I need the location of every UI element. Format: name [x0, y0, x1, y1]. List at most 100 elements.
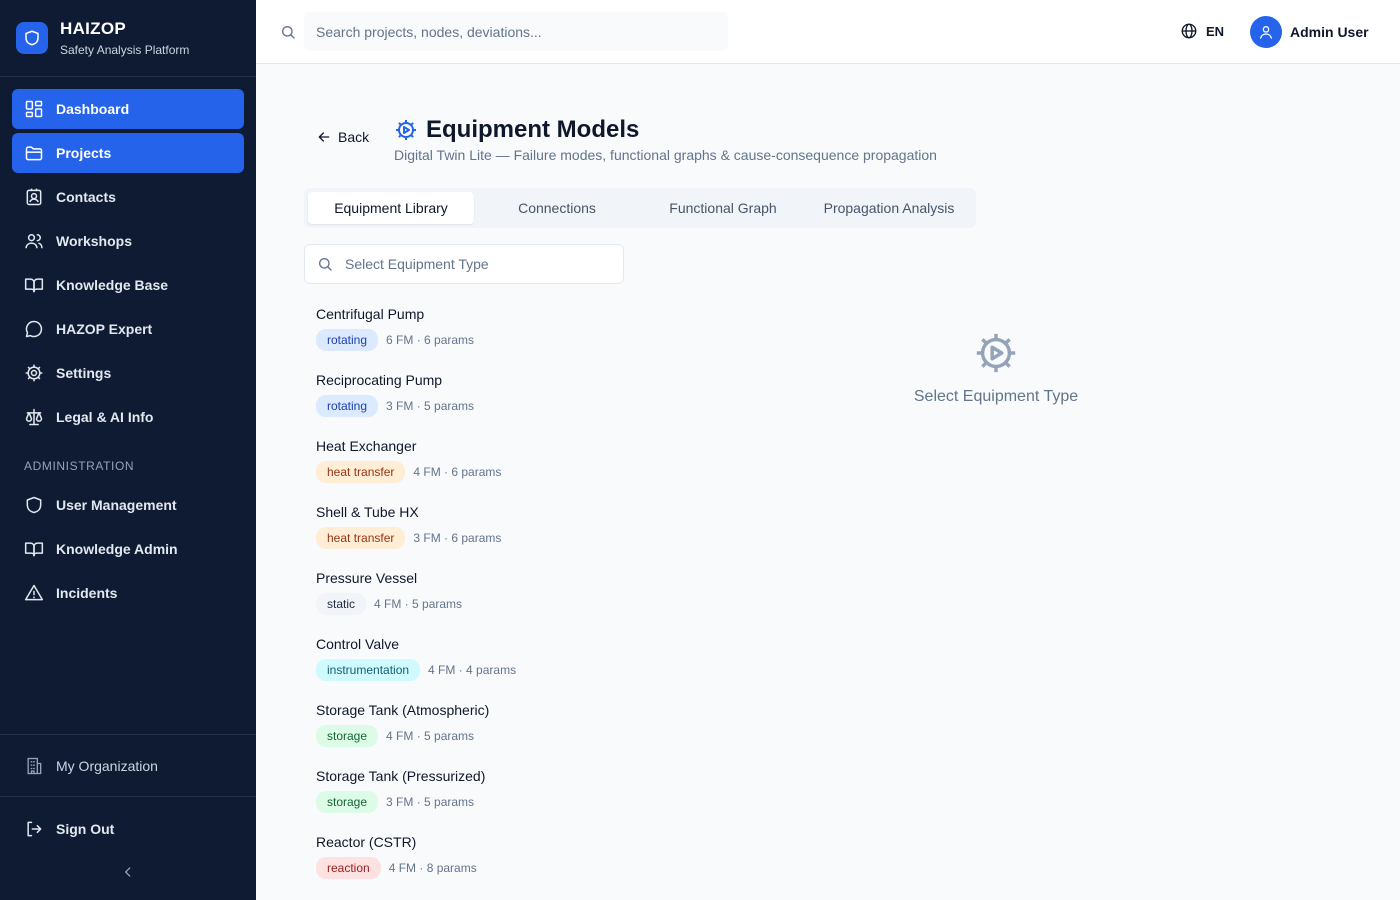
page-title-row: Equipment Models: [394, 116, 639, 144]
sign-out-label: Sign Out: [56, 820, 115, 837]
sidebar-item-label: Projects: [56, 145, 112, 161]
tab-connections[interactable]: Connections: [474, 192, 640, 224]
gear-play-icon: [876, 330, 1116, 376]
log-out-icon: [24, 819, 44, 839]
tab-propagation-analysis[interactable]: Propagation Analysis: [806, 192, 972, 224]
equipment-tabs: Equipment Library Connections Functional…: [304, 188, 976, 228]
brand-title: HAIZOP: [60, 19, 127, 38]
back-button[interactable]: Back: [316, 129, 369, 145]
collapse-sidebar-button[interactable]: [118, 862, 138, 882]
tab-functional-graph[interactable]: Functional Graph: [640, 192, 806, 224]
shield-logo-icon: [16, 22, 48, 54]
top-header: Search projects, nodes, deviations... EN…: [256, 0, 1400, 64]
list-item[interactable]: Pressure Vessel static 4 FM · 5 params: [316, 568, 616, 634]
search-placeholder: Search projects, nodes, deviations...: [316, 23, 542, 40]
equipment-name: Centrifugal Pump: [316, 306, 425, 322]
gear-play-icon: [394, 118, 418, 142]
list-item[interactable]: Control Valve instrumentation 4 FM · 4 pa…: [316, 634, 616, 700]
sidebar-item-label: Settings: [56, 365, 112, 381]
organization-label: My Organization: [56, 757, 158, 774]
sidebar-item-label: User Management: [56, 497, 177, 513]
equipment-stats: 4 FM · 5 params: [386, 729, 475, 743]
avatar: [1250, 16, 1282, 48]
building-icon: [24, 756, 44, 776]
empty-state: Select Equipment Type: [876, 330, 1116, 406]
sidebar-item-label: Incidents: [56, 585, 118, 601]
sidebar-item-label: Legal & AI Info: [56, 409, 154, 425]
language-label: EN: [1206, 23, 1225, 39]
sidebar-item-knowledge-base[interactable]: Knowledge Base: [12, 265, 244, 305]
chevron-left-icon: [124, 867, 131, 877]
globe-icon: [1180, 22, 1198, 40]
sign-out-button[interactable]: Sign Out: [0, 796, 256, 860]
admin-section-heading: ADMINISTRATION: [24, 459, 135, 473]
list-item[interactable]: Storage Tank (Atmospheric) storage 4 FM ·…: [316, 700, 616, 766]
equipment-type-search[interactable]: Select Equipment Type: [304, 244, 624, 284]
empty-state-text: Select Equipment Type: [913, 388, 1079, 405]
equipment-stats: 6 FM · 6 params: [386, 333, 475, 347]
arrow-left-icon: [316, 129, 332, 145]
sidebar-footer: My Organization Sign Out: [0, 734, 256, 860]
equipment-name: Control Valve: [316, 636, 400, 652]
category-badge: reaction: [316, 857, 381, 879]
list-item[interactable]: Centrifugal Pump rotating 6 FM · 6 params: [316, 304, 616, 370]
category-badge: storage: [316, 725, 379, 747]
global-search-input[interactable]: Search projects, nodes, deviations...: [304, 12, 728, 51]
brand[interactable]: HAIZOP Safety Analysis Platform: [0, 0, 256, 77]
equipment-name: Reciprocating Pump: [316, 372, 443, 388]
category-badge: storage: [316, 791, 379, 813]
tab-equipment-library[interactable]: Equipment Library: [308, 192, 474, 224]
list-item[interactable]: Storage Tank (Pressurized) storage 3 FM ·…: [316, 766, 616, 832]
sidebar-item-label: Knowledge Admin: [56, 541, 178, 557]
list-item[interactable]: Reciprocating Pump rotating 3 FM · 5 para…: [316, 370, 616, 436]
equipment-search-placeholder: Select Equipment Type: [345, 256, 489, 272]
equipment-stats: 4 FM · 6 params: [413, 465, 502, 479]
category-badge: static: [316, 593, 367, 615]
user-icon: [1260, 26, 1272, 39]
users-icon: [24, 231, 44, 251]
gear-icon: [24, 363, 44, 383]
sidebar-item-label: Contacts: [56, 189, 116, 205]
book-icon: [24, 275, 44, 295]
language-switcher[interactable]: EN: [1180, 22, 1224, 40]
sidebar-item-knowledge-admin[interactable]: Knowledge Admin: [12, 529, 244, 569]
page-title: Equipment Models: [426, 116, 640, 143]
equipment-name: Reactor (CSTR): [316, 834, 417, 850]
page-subtitle: Digital Twin Lite — Failure modes, funct…: [394, 147, 937, 163]
sidebar-item-legal-ai-info[interactable]: Legal & AI Info: [12, 397, 244, 437]
search-icon: [280, 24, 296, 45]
sidebar: HAIZOP Safety Analysis Platform Dashboar…: [0, 0, 256, 900]
equipment-stats: 3 FM · 5 params: [386, 399, 475, 413]
sidebar-item-contacts[interactable]: Contacts: [12, 177, 244, 217]
my-organization-link[interactable]: My Organization: [0, 734, 256, 796]
category-badge: rotating: [316, 395, 379, 417]
equipment-name: Storage Tank (Atmospheric): [316, 702, 490, 718]
equipment-name: Heat Exchanger: [316, 438, 417, 454]
sidebar-item-workshops[interactable]: Workshops: [12, 221, 244, 261]
sidebar-item-label: HAZOP Expert: [56, 321, 153, 337]
equipment-stats: 3 FM · 6 params: [413, 531, 502, 545]
sidebar-item-projects[interactable]: Projects: [12, 133, 244, 173]
list-item[interactable]: Reactor (CSTR) reaction 4 FM · 8 params: [316, 832, 616, 898]
sidebar-item-dashboard[interactable]: Dashboard: [12, 89, 244, 129]
equipment-stats: 4 FM · 5 params: [374, 597, 463, 611]
warning-icon: [24, 583, 44, 603]
book-icon: [24, 539, 44, 559]
sidebar-item-incidents[interactable]: Incidents: [12, 573, 244, 613]
sidebar-item-label: Dashboard: [56, 101, 130, 117]
dashboard-icon: [24, 99, 44, 119]
user-menu[interactable]: Admin User: [1250, 16, 1369, 48]
equipment-stats: 3 FM · 5 params: [386, 795, 475, 809]
list-item[interactable]: Heat Exchanger heat transfer 4 FM · 6 par…: [316, 436, 616, 502]
sidebar-item-hazop-expert[interactable]: HAZOP Expert: [12, 309, 244, 349]
sidebar-item-label: Workshops: [56, 233, 132, 249]
category-badge: heat transfer: [316, 461, 406, 483]
sidebar-item-settings[interactable]: Settings: [12, 353, 244, 393]
equipment-stats: 4 FM · 8 params: [388, 861, 477, 875]
sidebar-item-label: Knowledge Base: [56, 277, 169, 293]
equipment-name: Shell & Tube HX: [316, 504, 419, 520]
user-name: Admin User: [1290, 24, 1369, 40]
category-badge: heat transfer: [316, 527, 406, 549]
sidebar-item-user-management[interactable]: User Management: [12, 485, 244, 525]
list-item[interactable]: Shell & Tube HX heat transfer 3 FM · 6 pa…: [316, 502, 616, 568]
